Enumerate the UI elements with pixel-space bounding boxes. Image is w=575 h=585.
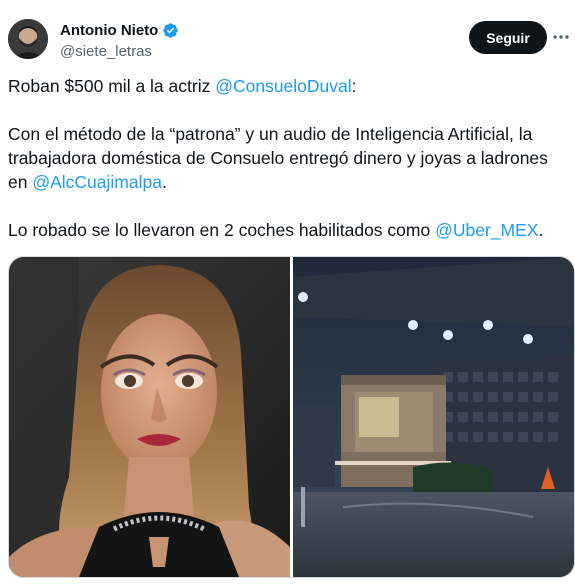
- tweet-paragraph-1: Roban $500 mil a la actriz @ConsueloDuva…: [8, 74, 566, 98]
- tweet-text: Roban $500 mil a la actriz @ConsueloDuva…: [8, 74, 566, 242]
- avatar-photo: [8, 19, 48, 59]
- tweet-media: [8, 256, 575, 578]
- author-avatar[interactable]: [8, 19, 48, 59]
- tweet-text-segment: .: [538, 220, 544, 240]
- tweet-text-segment: Roban $500 mil a la actriz: [8, 76, 216, 96]
- woman-portrait-photo: [9, 257, 290, 577]
- mention-alccuajimalpa[interactable]: @AlcCuajimalpa: [32, 172, 162, 192]
- author-name[interactable]: Antonio Nieto: [60, 22, 158, 39]
- media-image-portrait[interactable]: [9, 257, 290, 577]
- tweet-paragraph-3: Lo robado se lo llevaron en 2 coches hab…: [8, 218, 566, 242]
- verified-badge-icon[interactable]: [162, 22, 179, 39]
- author-name-row[interactable]: Antonio Nieto: [60, 22, 179, 39]
- media-image-entrance[interactable]: [293, 257, 574, 577]
- tweet-text-segment: .: [161, 172, 167, 192]
- gated-entrance-night-photo: [293, 257, 574, 577]
- author-handle[interactable]: @siete_letras: [60, 43, 152, 60]
- tweet-paragraph-2: Con el método de la “patrona” y un audio…: [8, 122, 566, 194]
- follow-button[interactable]: Seguir: [469, 21, 547, 54]
- mention-uber-mex[interactable]: @Uber_MEX: [435, 220, 538, 240]
- tweet-text-segment: :: [351, 76, 357, 96]
- more-options-button[interactable]: [551, 27, 571, 47]
- mention-consueloduval[interactable]: @ConsueloDuval: [215, 76, 351, 96]
- ellipsis-icon: [553, 35, 569, 39]
- tweet-text-segment: Lo robado se lo llevaron en 2 coches hab…: [8, 220, 436, 240]
